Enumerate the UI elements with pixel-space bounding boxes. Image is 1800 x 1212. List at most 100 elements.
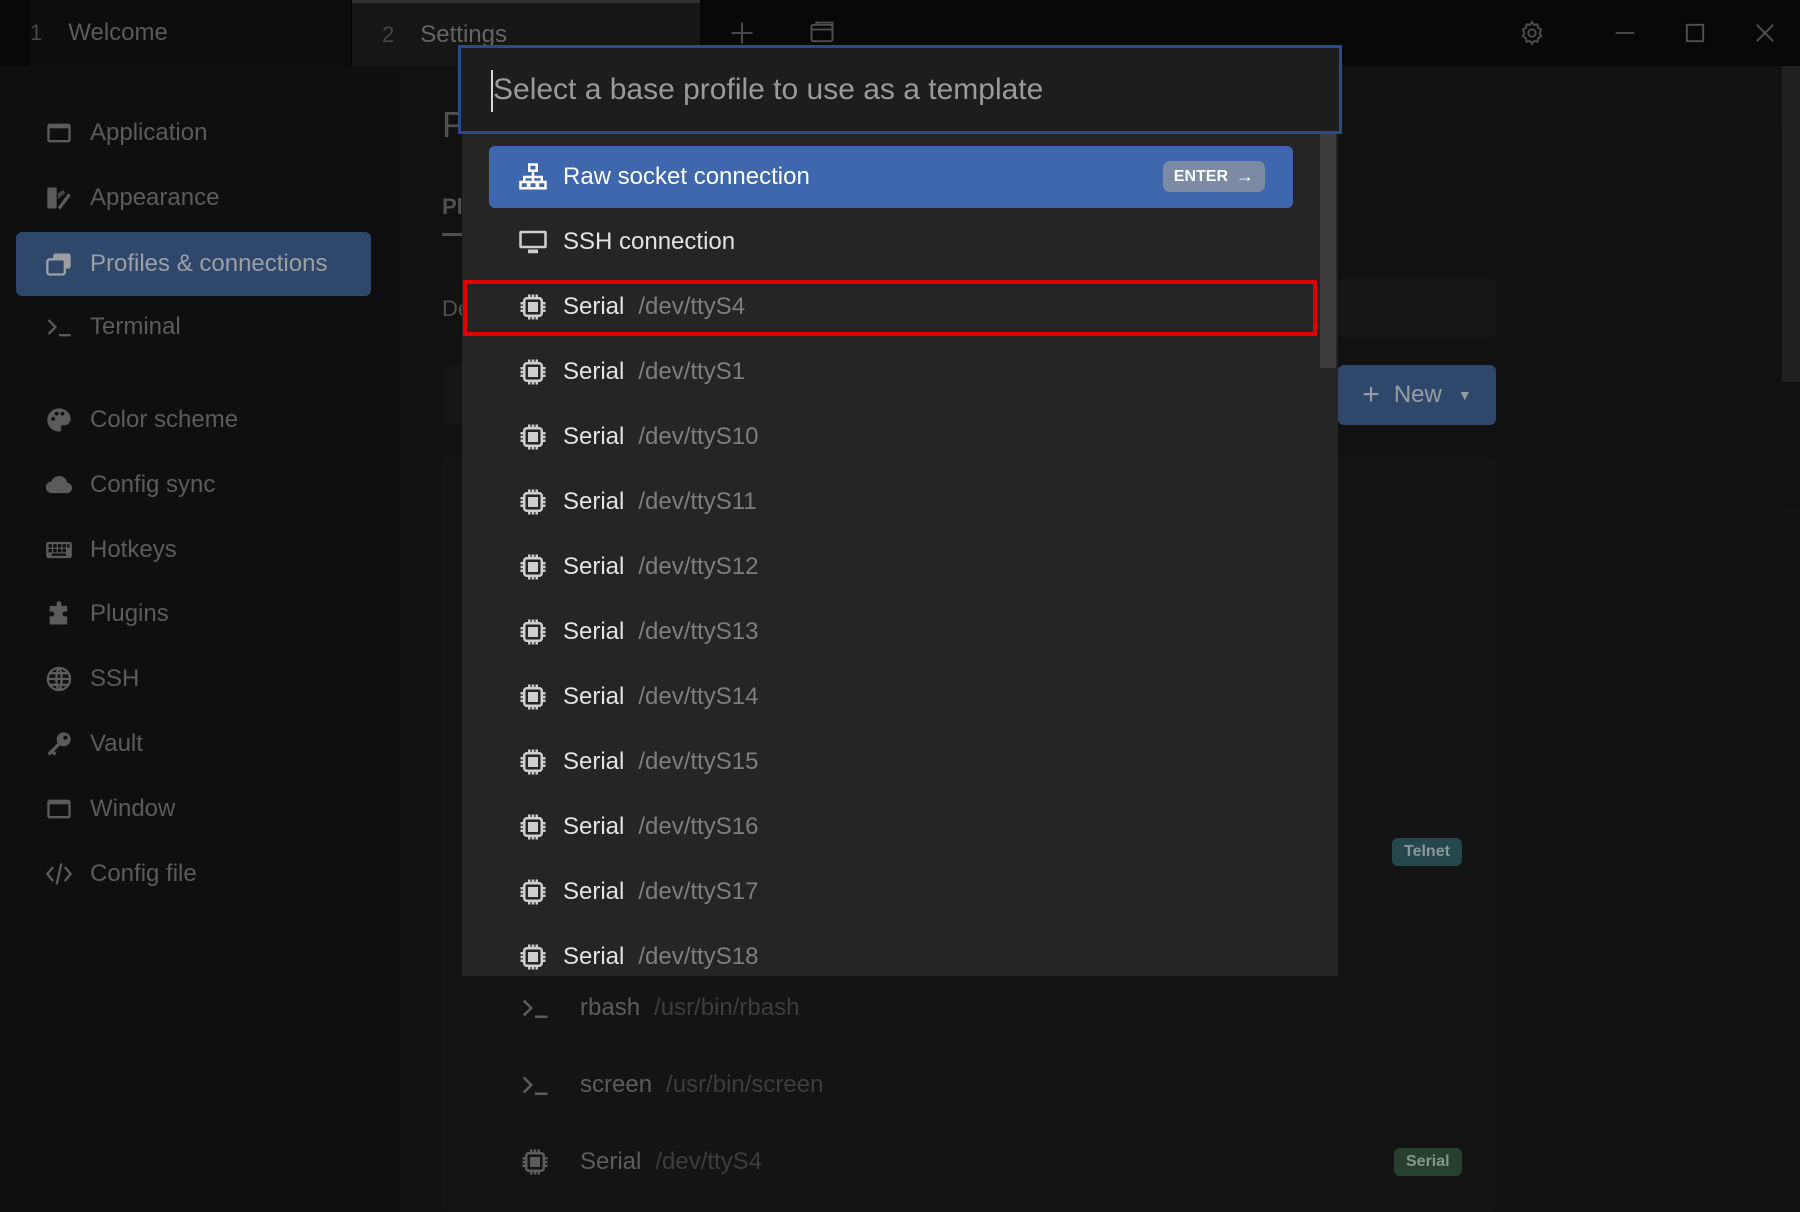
list-item-label: Serial: [580, 1148, 642, 1175]
list-item-serial[interactable]: Serial /dev/ttyS1: [489, 341, 1293, 403]
list-item-serial[interactable]: Serial /dev/ttyS14: [489, 666, 1293, 728]
cloud-icon: [44, 470, 74, 500]
list-item-label: rbash: [580, 994, 641, 1021]
list-item-label: Serial: [563, 618, 625, 645]
sidebar-item-label: Color scheme: [90, 406, 239, 433]
sidebar-item-window[interactable]: Window: [16, 777, 371, 841]
tab-number: 2: [382, 21, 395, 47]
list-item-serial[interactable]: Serial /dev/ttyS10: [489, 406, 1293, 468]
list-item-path: /dev/ttyS4: [655, 1148, 763, 1175]
list-item-serial[interactable]: Serial /dev/ttyS11: [489, 471, 1293, 533]
sidebar-item-label: Vault: [90, 730, 143, 757]
list-item-label: Serial: [563, 553, 625, 580]
window-icon: [44, 118, 74, 148]
list-item-serial[interactable]: Serial /dev/ttyS16: [489, 796, 1293, 858]
list-item-label: SSH connection: [563, 228, 736, 255]
list-item-label: Serial: [563, 943, 625, 970]
list-item-path: /usr/bin/rbash: [654, 994, 800, 1021]
chip-icon: [517, 681, 549, 713]
sidebar-item-appearance[interactable]: Appearance: [16, 166, 371, 230]
sidebar-item-label: SSH: [90, 665, 140, 692]
profile-search-input[interactable]: [461, 48, 1339, 131]
chip-icon: [520, 1147, 554, 1177]
list-item-path: /dev/ttyS16: [638, 813, 759, 840]
list-item-label: Serial: [563, 748, 625, 775]
tab-welcome[interactable]: 1 Welcome: [30, 0, 350, 66]
list-item-path: /dev/ttyS15: [638, 748, 759, 775]
chip-icon: [517, 746, 549, 778]
tab-underline: [442, 233, 462, 236]
palette-brush-icon: [44, 183, 74, 213]
chip-icon: [517, 356, 549, 388]
list-item-label: Serial: [563, 488, 625, 515]
sidebar-item-terminal[interactable]: Terminal: [16, 295, 371, 359]
list-item-path: /dev/ttyS13: [638, 618, 759, 645]
sidebar-item-hotkeys[interactable]: Hotkeys: [16, 518, 371, 582]
maximize-icon[interactable]: [1676, 14, 1714, 52]
status-badge-serial: Serial: [1394, 1148, 1462, 1176]
list-item-path: /dev/ttyS17: [638, 878, 759, 905]
chip-icon: [517, 551, 549, 583]
plus-icon: +: [1362, 378, 1380, 411]
window-icon: [44, 794, 74, 824]
chip-icon: [517, 616, 549, 648]
list-item-raw-socket[interactable]: Raw socket connection ENTER →: [489, 146, 1293, 208]
list-item[interactable]: Serial /dev/ttyS4: [520, 1132, 762, 1192]
gear-icon[interactable]: [1513, 14, 1551, 52]
chevron-down-icon: ▼: [1457, 387, 1472, 403]
profile-template-list: Raw socket connection ENTER → SSH connec…: [462, 134, 1338, 976]
list-item-serial[interactable]: Serial /dev/ttyS18: [489, 926, 1293, 976]
sidebar-item-ssh[interactable]: SSH: [16, 647, 371, 711]
list-item[interactable]: rbash /usr/bin/rbash: [520, 978, 799, 1038]
list-item-label: Raw socket connection: [563, 163, 810, 190]
network-icon: [517, 161, 549, 193]
minimize-icon[interactable]: [1606, 14, 1644, 52]
sidebar-item-plugins[interactable]: Plugins: [16, 582, 371, 646]
terminal-icon: [44, 312, 74, 342]
list-item-label: screen: [580, 1071, 653, 1098]
sidebar-item-config-file[interactable]: Config file: [16, 842, 371, 906]
puzzle-icon: [44, 599, 74, 629]
sidebar-item-application[interactable]: Application: [16, 101, 371, 165]
sidebar-item-label: Plugins: [90, 600, 169, 627]
enter-hint-label: ENTER: [1173, 167, 1228, 185]
list-item-path: /dev/ttyS18: [638, 943, 759, 970]
sidebar-item-profiles-connections[interactable]: Profiles & connections: [16, 232, 371, 296]
list-item-serial[interactable]: Serial /dev/ttyS15: [489, 731, 1293, 793]
list-item-serial[interactable]: Serial /dev/ttyS12: [489, 536, 1293, 598]
profiles-icon: [44, 249, 74, 279]
list-item-ssh-connection[interactable]: SSH connection: [489, 211, 1293, 273]
new-button-label: New: [1393, 381, 1442, 408]
sidebar-item-label: Appearance: [90, 184, 220, 211]
tab-profiles[interactable]: Pl: [442, 194, 463, 220]
list-item-path: /dev/ttyS11: [638, 488, 757, 515]
sidebar-item-vault[interactable]: Vault: [16, 712, 371, 776]
default-profile-field[interactable]: [1338, 278, 1496, 338]
sidebar-item-label: Application: [90, 119, 208, 146]
sidebar-item-label: Hotkeys: [90, 536, 177, 563]
enter-hint-badge: ENTER →: [1162, 161, 1265, 192]
terminal-icon: [520, 1070, 554, 1100]
palette-icon: [44, 405, 74, 435]
terminal-icon: [520, 993, 554, 1023]
list-item-serial[interactable]: Serial /dev/ttyS17: [489, 861, 1293, 923]
tab-label: Welcome: [68, 19, 168, 46]
sidebar-item-color-scheme[interactable]: Color scheme: [16, 388, 371, 452]
list-item[interactable]: screen /usr/bin/screen: [520, 1055, 823, 1115]
list-item-serial[interactable]: Serial /dev/ttyS13: [489, 601, 1293, 663]
settings-sidebar: Application Appearance Profiles & connec…: [0, 66, 400, 1212]
key-icon: [44, 729, 74, 759]
sidebar-item-label: Window: [90, 795, 176, 822]
list-scrollbar[interactable]: [1320, 134, 1336, 368]
profile-search-box[interactable]: [458, 45, 1342, 134]
chip-icon: [517, 811, 549, 843]
close-icon[interactable]: [1746, 14, 1784, 52]
globe-icon: [44, 664, 74, 694]
page-scrollbar[interactable]: [1782, 66, 1800, 382]
highlight-outline: [463, 280, 1317, 336]
chip-icon: [517, 486, 549, 518]
new-profile-button[interactable]: + New ▼: [1338, 365, 1496, 425]
code-icon: [44, 859, 74, 889]
chip-icon: [517, 876, 549, 908]
sidebar-item-config-sync[interactable]: Config sync: [16, 453, 371, 517]
